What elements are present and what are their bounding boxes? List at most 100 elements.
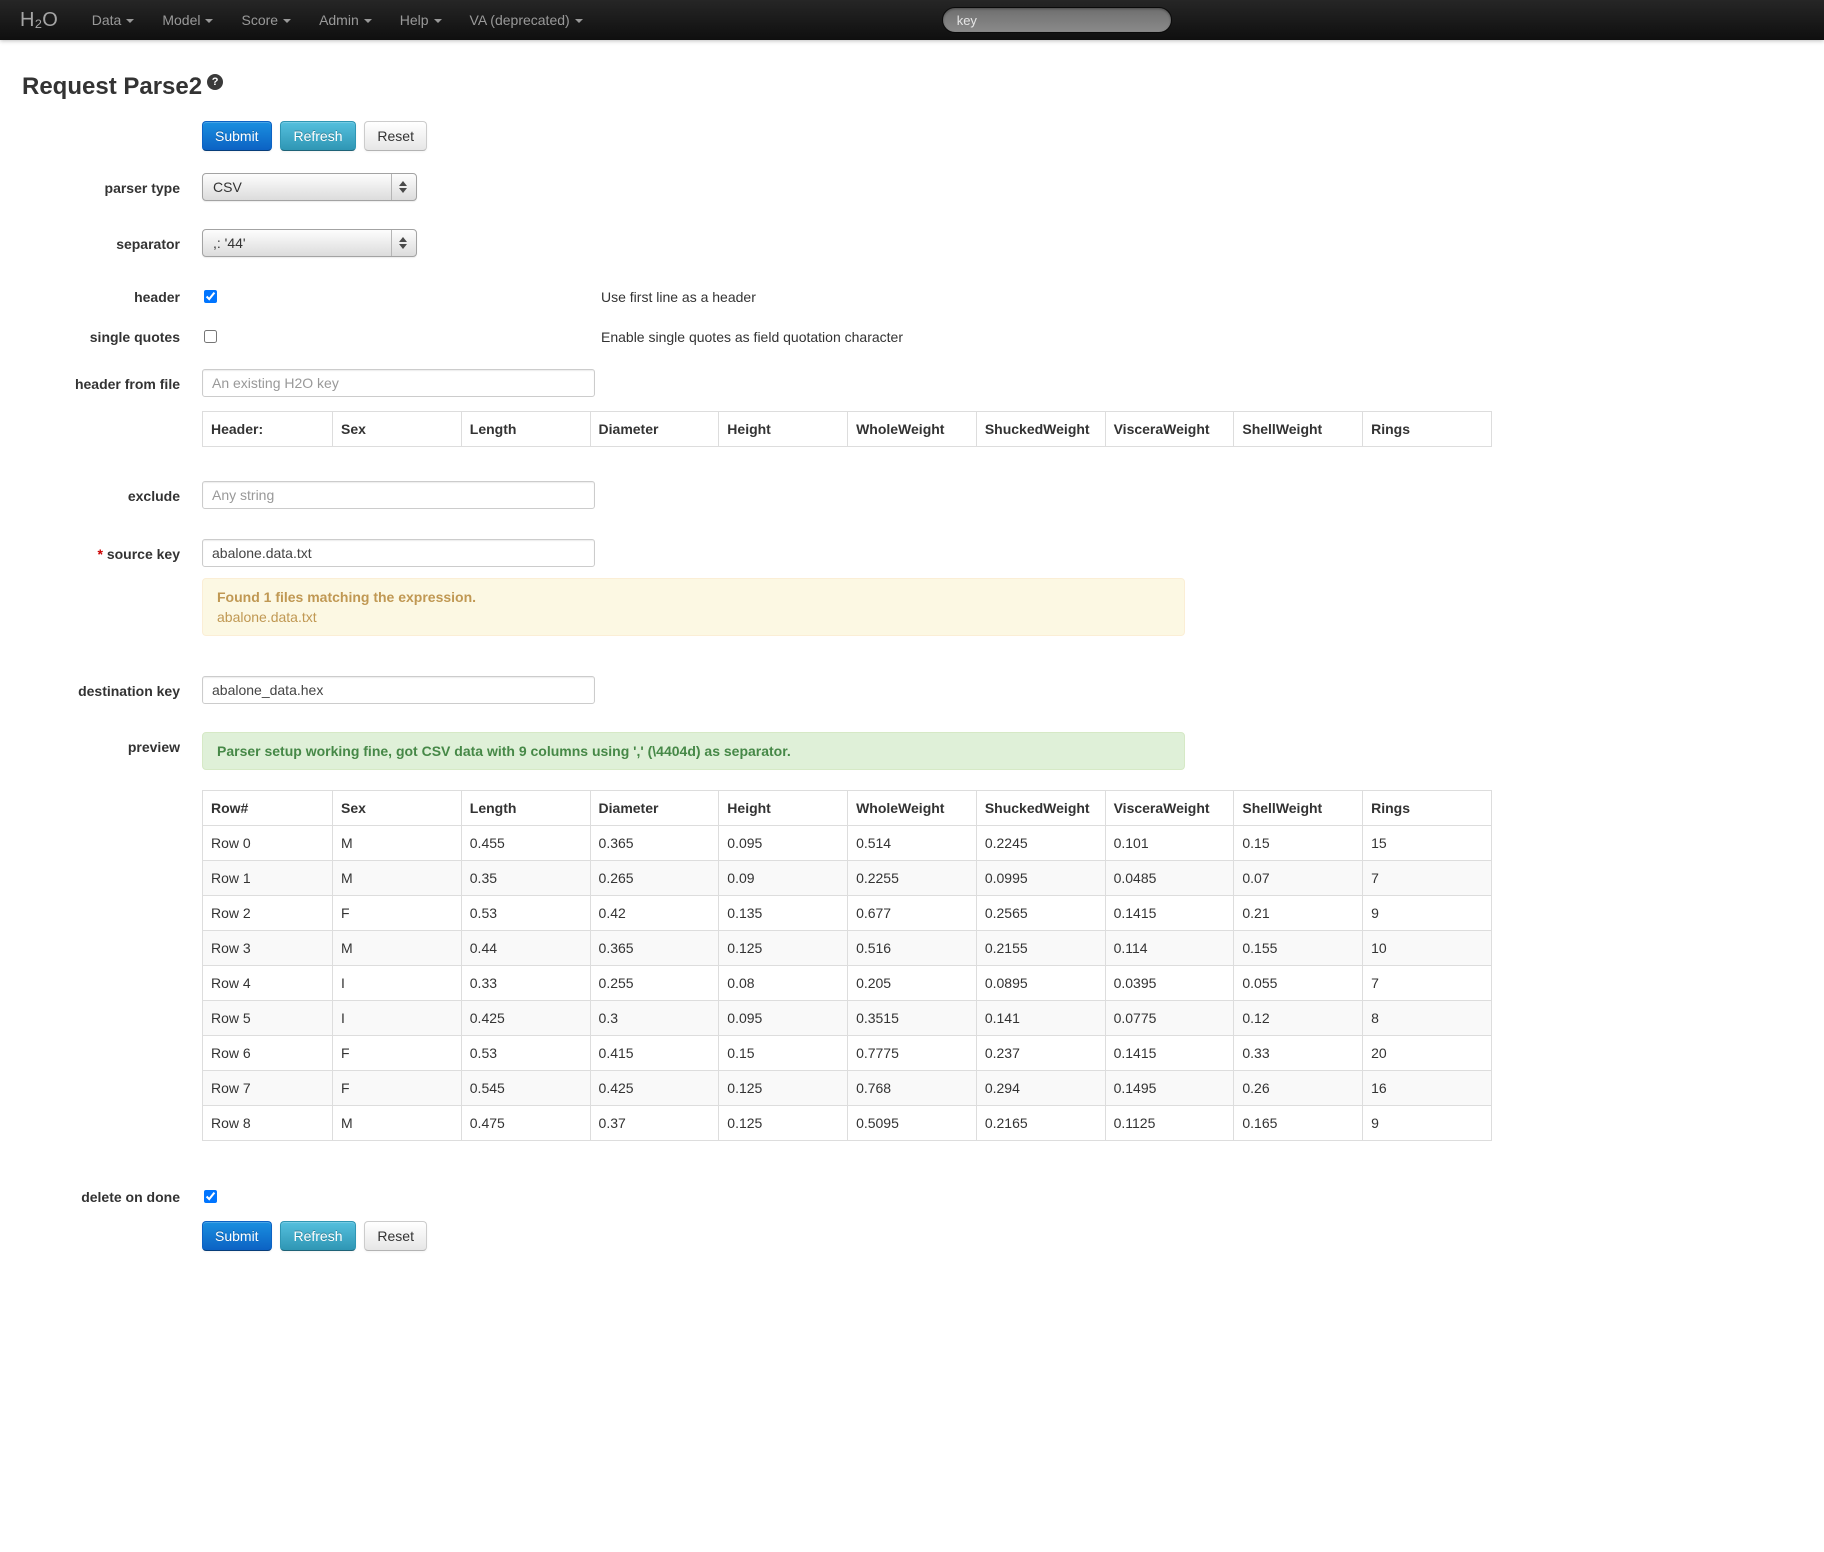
- nav-item-label: Admin: [319, 10, 359, 30]
- table-cell: 0.415: [590, 1036, 719, 1071]
- column-header: Height: [719, 412, 848, 447]
- separator-select[interactable]: ,: '44': [202, 229, 417, 257]
- submit-button[interactable]: Submit: [202, 121, 272, 151]
- column-header: Diameter: [590, 412, 719, 447]
- table-cell: Row 0: [203, 826, 333, 861]
- header-preview-table: Header:SexLengthDiameterHeightWholeWeigh…: [202, 411, 1492, 447]
- page-content: Request Parse2? Submit Refresh Reset par…: [0, 74, 1824, 1551]
- table-row: Row 2F0.530.420.1350.6770.25650.14150.21…: [203, 896, 1492, 931]
- parser-type-value: CSV: [213, 177, 242, 197]
- column-header: Length: [461, 412, 590, 447]
- page-title: Request Parse2?: [22, 74, 1824, 97]
- nav-item-score[interactable]: Score: [227, 0, 305, 40]
- help-icon[interactable]: ?: [207, 74, 223, 90]
- table-cell: 0.2165: [976, 1106, 1105, 1141]
- destination-key-label: destination key: [0, 676, 180, 704]
- table-cell: Row 1: [203, 861, 333, 896]
- table-cell: 8: [1363, 1001, 1492, 1036]
- match-alert-title: Found 1 files matching the expression.: [217, 587, 1170, 607]
- table-row: Row 4I0.330.2550.080.2050.08950.03950.05…: [203, 966, 1492, 1001]
- refresh-button[interactable]: Refresh: [280, 121, 355, 151]
- header-label: header: [0, 287, 180, 307]
- navbar-search: [942, 7, 1172, 33]
- table-cell: I: [333, 1001, 462, 1036]
- table-cell: 0.5095: [848, 1106, 977, 1141]
- table-row: Row 1M0.350.2650.090.22550.09950.04850.0…: [203, 861, 1492, 896]
- nav-item-label: Help: [400, 10, 429, 30]
- table-cell: 0.455: [461, 826, 590, 861]
- table-cell: 0.294: [976, 1071, 1105, 1106]
- table-cell: 0.0395: [1105, 966, 1234, 1001]
- table-cell: 0.125: [719, 931, 848, 966]
- delete-on-done-checkbox[interactable]: [204, 1190, 217, 1203]
- table-cell: 0.135: [719, 896, 848, 931]
- table-cell: M: [333, 1106, 462, 1141]
- table-cell: 0.155: [1234, 931, 1363, 966]
- table-cell: M: [333, 931, 462, 966]
- table-cell: 0.114: [1105, 931, 1234, 966]
- table-cell: 0.2155: [976, 931, 1105, 966]
- exclude-input[interactable]: [202, 481, 595, 509]
- nav-item-data[interactable]: Data: [78, 0, 149, 40]
- single-quotes-checkbox[interactable]: [204, 330, 217, 343]
- table-cell: 0.0995: [976, 861, 1105, 896]
- table-cell: 0.237: [976, 1036, 1105, 1071]
- column-header: ShuckedWeight: [976, 412, 1105, 447]
- table-cell: 16: [1363, 1071, 1492, 1106]
- header-from-file-input[interactable]: [202, 369, 595, 397]
- key-search-input[interactable]: [942, 7, 1172, 33]
- table-cell: 0.07: [1234, 861, 1363, 896]
- nav-item-admin[interactable]: Admin: [305, 0, 386, 40]
- form-row-source-key: * source key Found 1 files matching the …: [0, 539, 1824, 636]
- table-cell: 0.095: [719, 826, 848, 861]
- table-cell: F: [333, 896, 462, 931]
- table-cell: 0.21: [1234, 896, 1363, 931]
- reset-button[interactable]: Reset: [364, 121, 427, 151]
- form-row-header-from-file: header from file Header:SexLengthDiamete…: [0, 369, 1824, 447]
- nav-item-model[interactable]: Model: [148, 0, 227, 40]
- table-cell: 0.44: [461, 931, 590, 966]
- table-cell: Row 5: [203, 1001, 333, 1036]
- column-header: Sex: [333, 412, 462, 447]
- table-cell: 0.265: [590, 861, 719, 896]
- chevron-down-icon: [434, 19, 442, 23]
- table-cell: 0.516: [848, 931, 977, 966]
- single-quotes-note: Enable single quotes as field quotation …: [601, 327, 903, 347]
- source-key-match-alert: Found 1 files matching the expression. a…: [202, 578, 1185, 636]
- chevron-down-icon: [575, 19, 583, 23]
- nav-item-help[interactable]: Help: [386, 0, 456, 40]
- header-checkbox[interactable]: [204, 290, 217, 303]
- source-key-input[interactable]: [202, 539, 595, 567]
- table-cell: 0.26: [1234, 1071, 1363, 1106]
- table-cell: 15: [1363, 826, 1492, 861]
- column-header: Rings: [1363, 791, 1492, 826]
- table-cell: 0.37: [590, 1106, 719, 1141]
- table-row: Row 0M0.4550.3650.0950.5140.22450.1010.1…: [203, 826, 1492, 861]
- nav-item-va-deprecated[interactable]: VA (deprecated): [456, 0, 597, 40]
- submit-button[interactable]: Submit: [202, 1221, 272, 1251]
- table-cell: 0.53: [461, 896, 590, 931]
- table-cell: F: [333, 1036, 462, 1071]
- chevron-down-icon: [205, 19, 213, 23]
- table-cell: 0.425: [461, 1001, 590, 1036]
- table-cell: 0.3515: [848, 1001, 977, 1036]
- table-cell: 10: [1363, 931, 1492, 966]
- top-actions: Submit Refresh Reset: [202, 121, 1824, 151]
- column-header: VisceraWeight: [1105, 412, 1234, 447]
- reset-button[interactable]: Reset: [364, 1221, 427, 1251]
- table-cell: 0.425: [590, 1071, 719, 1106]
- parser-type-select[interactable]: CSV: [202, 173, 417, 201]
- table-cell: Row 8: [203, 1106, 333, 1141]
- h2o-logo[interactable]: H₂O: [20, 10, 58, 30]
- table-cell: 0.2255: [848, 861, 977, 896]
- column-header: WholeWeight: [848, 412, 977, 447]
- destination-key-input[interactable]: [202, 676, 595, 704]
- table-cell: 0.475: [461, 1106, 590, 1141]
- column-header: ShellWeight: [1234, 791, 1363, 826]
- table-cell: 0.677: [848, 896, 977, 931]
- table-header-row: Row#SexLengthDiameterHeightWholeWeightSh…: [203, 791, 1492, 826]
- table-cell: 0.09: [719, 861, 848, 896]
- select-stepper-icon: [391, 230, 412, 256]
- form-row-header: header Use first line as a header: [0, 287, 1824, 307]
- refresh-button[interactable]: Refresh: [280, 1221, 355, 1251]
